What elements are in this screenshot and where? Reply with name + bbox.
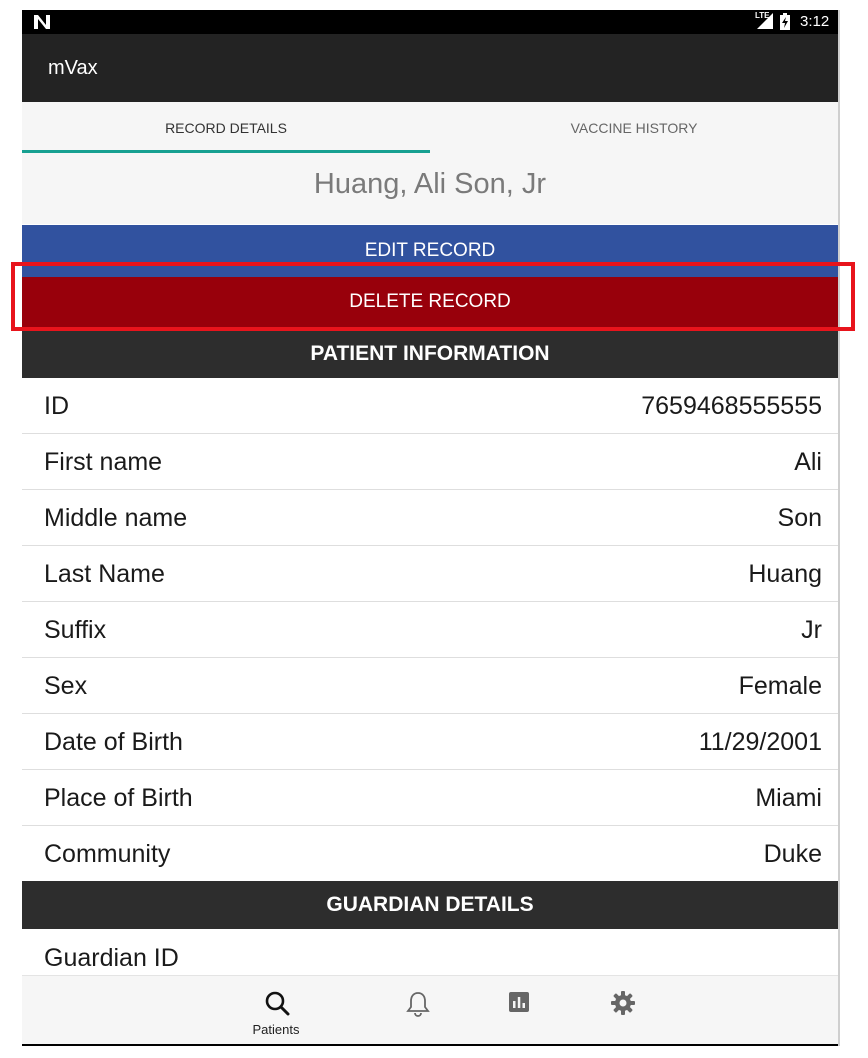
app-title: mVax <box>48 57 98 79</box>
field-value: Miami <box>755 784 822 812</box>
field-label: Date of Birth <box>44 728 183 756</box>
delete-record-button[interactable]: DELETE RECORD <box>22 277 838 328</box>
gear-icon <box>611 991 635 1015</box>
field-row-sex: Sex Female <box>22 658 838 714</box>
field-row-date-of-birth: Date of Birth 11/29/2001 <box>22 714 838 770</box>
field-row-suffix: Suffix Jr <box>22 602 838 658</box>
field-label: First name <box>44 448 163 476</box>
field-value: 7659468555555 <box>641 392 822 420</box>
field-row-guardian-id: Guardian ID <box>22 928 838 976</box>
clock: 3:12 <box>800 13 830 30</box>
field-value: Duke <box>763 840 822 868</box>
signal-icon <box>757 13 773 29</box>
battery-charging-icon <box>780 13 790 30</box>
tab-record-details[interactable]: RECORD DETAILS <box>22 102 430 154</box>
field-value: Female <box>738 672 822 700</box>
field-value: 11/29/2001 <box>698 728 822 756</box>
app-bar: mVax <box>22 34 838 102</box>
patient-name-heading: Huang, Ali Son, Jr <box>22 154 838 224</box>
tab-bar: RECORD DETAILS VACCINE HISTORY <box>22 102 838 154</box>
status-bar: LTE 3:12 <box>22 10 838 34</box>
field-label: Suffix <box>44 616 107 644</box>
tab-vaccine-history[interactable]: VACCINE HISTORY <box>430 102 838 154</box>
chart-icon <box>509 992 529 1012</box>
field-label: Sex <box>44 672 88 700</box>
field-label: Last Name <box>44 560 165 588</box>
field-row-last-name: Last Name Huang <box>22 546 838 602</box>
field-label: ID <box>44 392 69 420</box>
field-value: Son <box>777 504 822 532</box>
field-label: Middle name <box>44 504 188 532</box>
nav-notifications[interactable] <box>382 976 452 1046</box>
field-value: Jr <box>801 616 822 644</box>
nav-label: Patients <box>252 1022 300 1037</box>
field-row-place-of-birth: Place of Birth Miami <box>22 770 838 826</box>
field-label: Community <box>44 840 171 868</box>
patient-information-header: PATIENT INFORMATION <box>22 330 838 378</box>
active-tab-indicator <box>22 150 430 153</box>
search-icon <box>265 991 290 1016</box>
field-label: Place of Birth <box>44 784 193 812</box>
device-screen: LTE 3:12 mVax RECORD DETAILS VACCINE HIS… <box>22 10 840 1046</box>
field-row-middle-name: Middle name Son <box>22 490 838 546</box>
field-row-id: ID 7659468555555 <box>22 378 838 434</box>
field-value: Huang <box>748 560 822 588</box>
notification-n-icon <box>34 15 50 29</box>
bell-icon <box>406 992 430 1017</box>
field-label: Guardian ID <box>44 944 179 972</box>
nav-settings[interactable] <box>587 976 657 1046</box>
edit-record-button[interactable]: EDIT RECORD <box>22 225 838 277</box>
nav-patients[interactable]: Patients <box>241 976 311 1046</box>
field-value: Ali <box>794 448 822 476</box>
navigation-bar-edge <box>22 1044 838 1046</box>
guardian-details-header: GUARDIAN DETAILS <box>22 881 838 929</box>
nav-reports[interactable] <box>484 976 554 1046</box>
field-row-first-name: First name Ali <box>22 434 838 490</box>
patient-fields-list: ID 7659468555555 First name Ali Middle n… <box>22 378 838 881</box>
bottom-navigation: Patients <box>22 975 838 1046</box>
field-row-community: Community Duke <box>22 826 838 881</box>
